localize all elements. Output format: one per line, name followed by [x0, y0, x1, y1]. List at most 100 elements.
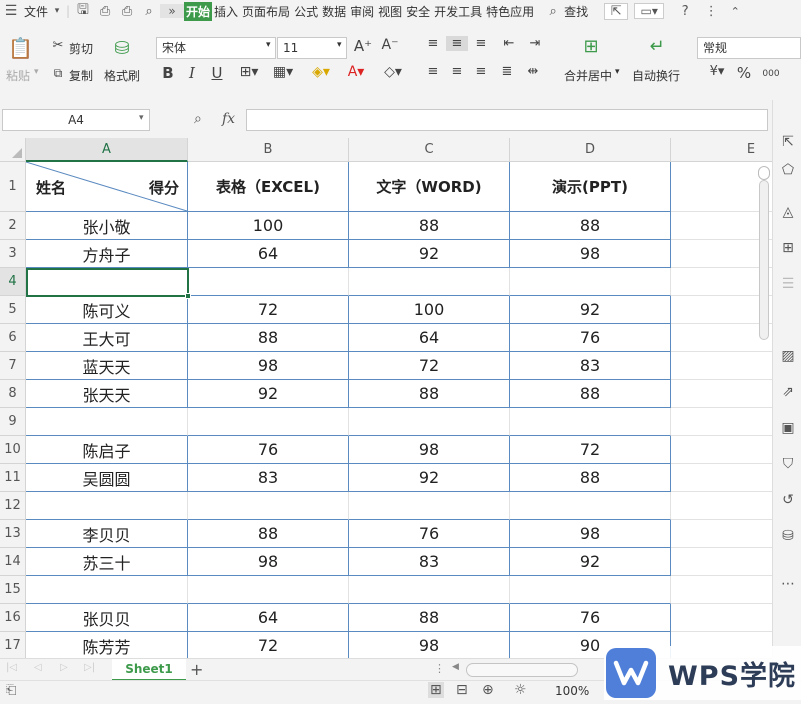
cell-word[interactable]: 98	[349, 632, 510, 658]
row-header-14[interactable]: 14	[0, 548, 26, 576]
format-painter-label[interactable]: 格式刷	[104, 67, 140, 84]
backup-icon[interactable]: ⛁	[780, 528, 796, 544]
cell-ppt[interactable]: 76	[510, 604, 671, 632]
header-cell-word[interactable]: 文字（WORD)	[349, 162, 510, 212]
tab-review[interactable]: 审阅	[348, 3, 376, 20]
collapse-ribbon-icon[interactable]: ▭▾	[634, 3, 665, 19]
more-options-icon[interactable]: ⋮	[700, 4, 722, 19]
more-icon[interactable]: »	[160, 4, 185, 18]
cell-word[interactable]: 88	[349, 212, 510, 240]
col-header-e[interactable]: E	[671, 138, 772, 162]
find-icon[interactable]: ⌕	[138, 4, 160, 19]
formula-input[interactable]	[246, 109, 768, 131]
cell-excel[interactable]	[188, 268, 349, 296]
row-header-15[interactable]: 15	[0, 576, 26, 604]
increase-indent-icon[interactable]: ⇥	[526, 36, 544, 51]
cell-ppt[interactable]: 88	[510, 212, 671, 240]
row-header-11[interactable]: 11	[0, 464, 26, 492]
eye-protection-icon[interactable]: ☼	[514, 682, 527, 698]
header-cell-name-score[interactable]: 姓名 得分	[26, 162, 188, 212]
cell-name[interactable]: 张贝贝	[26, 604, 188, 632]
col-header-d[interactable]: D	[510, 138, 671, 162]
cell-name[interactable]: 王大可	[26, 324, 188, 352]
paste-dropdown-icon[interactable]: ▾	[34, 67, 39, 77]
cell-excel[interactable]: 92	[188, 380, 349, 408]
distribute-icon[interactable]: ⇹	[522, 64, 544, 79]
cell-excel[interactable]	[188, 576, 349, 604]
split-icon[interactable]: ⋮	[434, 662, 445, 675]
print-icon[interactable]: ⎙	[116, 4, 138, 19]
cell-name[interactable]	[26, 492, 188, 520]
cell-word[interactable]: 76	[349, 520, 510, 548]
print-preview-icon[interactable]: ⎙	[94, 4, 116, 19]
copy-icon[interactable]: ⧉	[50, 66, 66, 81]
decrease-indent-icon[interactable]: ⇤	[500, 36, 518, 51]
selected-cell-a4[interactable]	[26, 268, 189, 297]
cell-word[interactable]: 72	[349, 352, 510, 380]
cell-excel[interactable]: 72	[188, 632, 349, 658]
cell-ppt[interactable]: 88	[510, 380, 671, 408]
cell-name[interactable]: 苏三十	[26, 548, 188, 576]
align-top-icon[interactable]: ≡	[424, 36, 442, 51]
header-cell-ppt[interactable]: 演示(PPT)	[510, 162, 671, 212]
row-header-3[interactable]: 3	[0, 240, 26, 268]
paste-label[interactable]: 粘贴	[6, 67, 30, 84]
next-sheet-icon[interactable]: ▷	[60, 662, 68, 673]
cell-ppt[interactable]	[510, 492, 671, 520]
cell-word[interactable]: 92	[349, 464, 510, 492]
more-tools-icon[interactable]: ⋯	[780, 576, 796, 592]
tab-data[interactable]: 数据	[320, 3, 348, 20]
row-header-8[interactable]: 8	[0, 380, 26, 408]
cell-word[interactable]: 83	[349, 548, 510, 576]
cell-name[interactable]: 方舟子	[26, 240, 188, 268]
row-header-13[interactable]: 13	[0, 520, 26, 548]
col-header-a[interactable]: A	[26, 138, 188, 162]
cell-excel[interactable]: 76	[188, 436, 349, 464]
tab-developer[interactable]: 开发工具	[432, 3, 484, 20]
chevron-down-icon[interactable]: ▾	[50, 6, 64, 16]
tab-special[interactable]: 特色应用	[484, 3, 536, 20]
cell-excel[interactable]	[188, 492, 349, 520]
font-size-dropdown-icon[interactable]: ▾	[337, 40, 342, 50]
macro-icon[interactable]: ⎗	[6, 683, 16, 698]
currency-icon[interactable]: ¥▾	[703, 64, 731, 79]
page-break-view-icon[interactable]: ⊟	[456, 682, 468, 698]
row-header-2[interactable]: 2	[0, 212, 26, 240]
bold-button[interactable]: B	[159, 64, 177, 82]
hamburger-menu-icon[interactable]: ☰	[0, 3, 22, 19]
row-header-6[interactable]: 6	[0, 324, 26, 352]
tab-view[interactable]: 视图	[376, 3, 404, 20]
cell-name[interactable]: 张小敬	[26, 212, 188, 240]
col-header-c[interactable]: C	[349, 138, 510, 162]
cell-name[interactable]	[26, 408, 188, 436]
border-icon[interactable]: ⊞▾	[235, 64, 263, 80]
tab-home[interactable]: 开始	[184, 1, 213, 21]
justify-icon[interactable]: ≣	[498, 64, 516, 79]
cell-ppt[interactable]: 92	[510, 296, 671, 324]
tab-formulas[interactable]: 公式	[292, 3, 320, 20]
thousands-button[interactable]: 000	[758, 64, 784, 84]
scroll-left-icon[interactable]: ◀	[452, 662, 459, 672]
row-header-16[interactable]: 16	[0, 604, 26, 632]
scroll-up-icon[interactable]	[758, 166, 770, 180]
cell-name[interactable]: 吴圆圆	[26, 464, 188, 492]
cell-ppt[interactable]: 92	[510, 548, 671, 576]
name-box-dropdown-icon[interactable]: ▾	[139, 113, 144, 123]
format-painter-icon[interactable]: ⛁	[112, 38, 132, 59]
reading-mode-icon[interactable]: ⊕	[482, 682, 494, 698]
share-icon[interactable]: ⇱	[604, 2, 629, 20]
collapse-up-icon[interactable]: ⌃	[726, 5, 744, 18]
search-icon[interactable]: ⌕	[544, 4, 562, 19]
row-header-9[interactable]: 9	[0, 408, 26, 436]
picture-icon[interactable]: ▨	[780, 348, 796, 364]
align-center-icon[interactable]: ≡	[448, 64, 466, 79]
percent-button[interactable]: %	[735, 64, 753, 82]
export-icon[interactable]: ⇗	[780, 384, 796, 400]
font-name-dropdown-icon[interactable]: ▾	[266, 40, 271, 50]
zoom-level[interactable]: 100%	[555, 684, 589, 698]
cut-label[interactable]: 剪切	[69, 40, 93, 57]
wrap-text-label[interactable]: 自动换行	[632, 67, 680, 84]
font-color-icon[interactable]: A▾	[342, 64, 370, 80]
sheet-tab-sheet1[interactable]: Sheet1	[112, 659, 186, 681]
cell-ppt[interactable]: 83	[510, 352, 671, 380]
